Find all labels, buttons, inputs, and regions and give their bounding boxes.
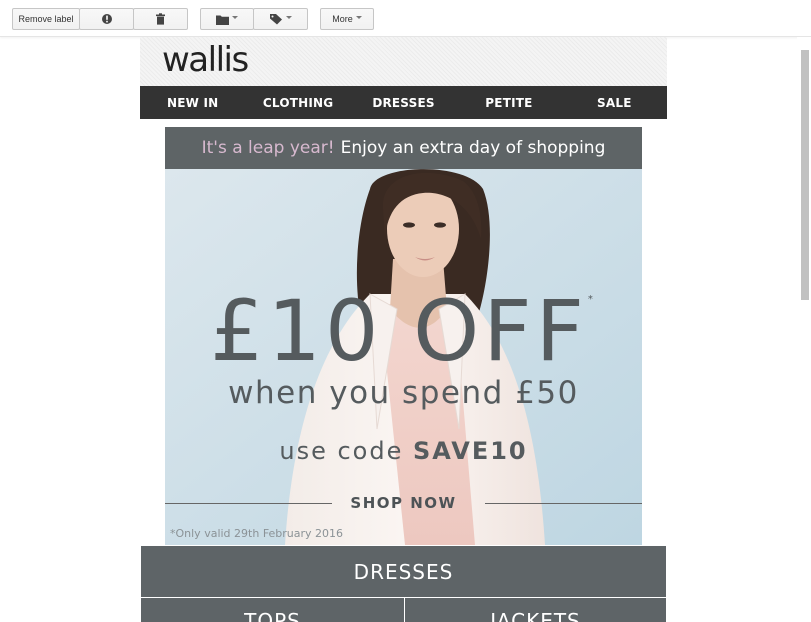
tag-icon	[269, 13, 282, 24]
offer-amount: £10 OFF*	[165, 289, 642, 373]
more-button[interactable]: More	[320, 8, 374, 30]
exclamation-icon	[101, 14, 112, 24]
category-nav: NEW IN CLOTHING DRESSES PETITE SALE	[140, 86, 667, 119]
labels-button[interactable]	[253, 8, 308, 30]
folder-icon	[216, 15, 229, 25]
promo-code-line: use code SAVE10	[165, 437, 642, 465]
nav-item-dresses[interactable]: DRESSES	[351, 86, 456, 119]
leap-year-banner: It's a leap year! Enjoy an extra day of …	[165, 127, 642, 169]
chevron-down-icon	[285, 16, 292, 19]
terms-note: *Only valid 29th February 2016	[170, 527, 344, 540]
email-body: wallis NEW IN CLOTHING DRESSES PETITE SA…	[140, 37, 667, 622]
category-tops-button[interactable]: TOPS	[141, 598, 404, 622]
report-spam-button[interactable]	[79, 8, 134, 30]
move-to-button[interactable]	[200, 8, 254, 30]
offer-asterisk: *	[587, 294, 597, 305]
brand-logo[interactable]: wallis	[162, 40, 249, 80]
banner-accent-text: It's a leap year!	[201, 138, 335, 158]
offer-condition: when you spend £50	[228, 375, 579, 411]
shop-now-link[interactable]: SHOP NOW	[165, 494, 642, 512]
delete-button[interactable]	[133, 8, 188, 30]
banner-text: Enjoy an extra day of shopping	[340, 138, 606, 158]
remove-label-text: Remove label	[18, 14, 74, 24]
nav-item-sale[interactable]: SALE	[562, 86, 667, 119]
nav-item-petite[interactable]: PETITE	[456, 86, 561, 119]
nav-item-new-in[interactable]: NEW IN	[140, 86, 245, 119]
trash-icon	[156, 13, 165, 25]
brand-header: wallis	[140, 37, 667, 86]
more-label: More	[332, 14, 353, 24]
promo-code: SAVE10	[413, 437, 528, 465]
chevron-down-icon	[232, 16, 238, 19]
remove-label-button[interactable]: Remove label	[12, 8, 80, 30]
shop-now-row: SHOP NOW	[165, 493, 642, 513]
category-jackets-button[interactable]: JACKETS	[405, 598, 666, 622]
scrollbar-thumb[interactable]	[801, 50, 809, 300]
chevron-down-icon	[355, 16, 362, 19]
promo-code-prefix: use code	[279, 437, 404, 465]
category-dresses-button[interactable]: DRESSES	[141, 546, 666, 597]
hero-promo[interactable]: It's a leap year! Enjoy an extra day of …	[165, 127, 642, 545]
nav-item-clothing[interactable]: CLOTHING	[245, 86, 350, 119]
offer-amount-text: £10 OFF	[210, 282, 588, 380]
email-toolbar: Remove label More	[0, 0, 811, 37]
